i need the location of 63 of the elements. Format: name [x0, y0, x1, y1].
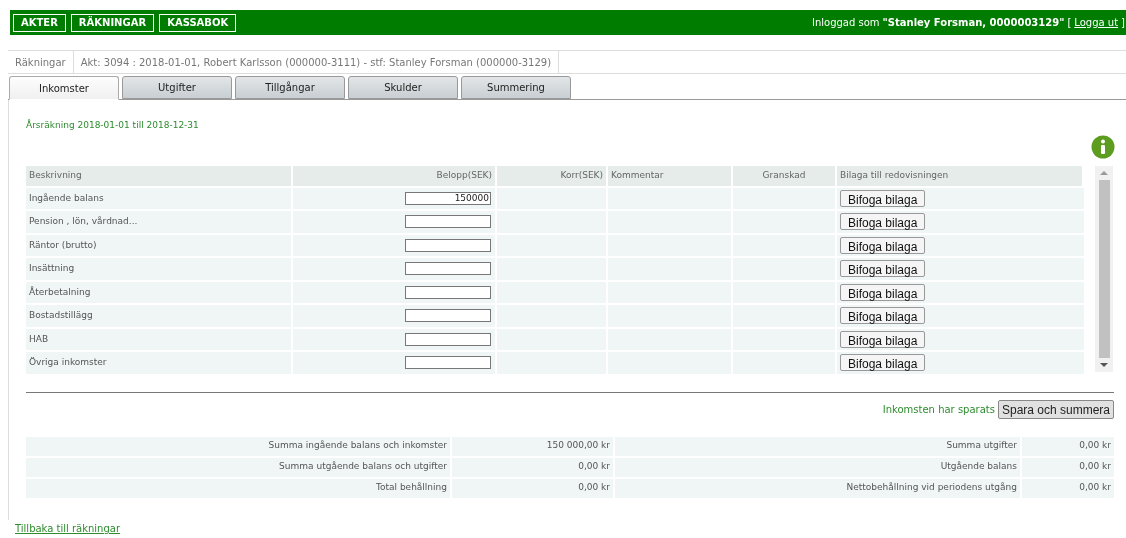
bracket: [	[1067, 16, 1072, 30]
nav-button[interactable]: RÄKNINGAR	[70, 13, 155, 32]
column-header: Beskrivning	[29, 168, 83, 182]
summary-label: Nettobehållning vid periodens utgång	[846, 481, 1017, 495]
column-header: Belopp(SEK)	[435, 168, 492, 182]
amount-field[interactable]	[405, 262, 491, 276]
row-label: Ingående balans	[29, 191, 104, 205]
row-label: Pension , lön, vårdnad...	[29, 215, 138, 228]
attach-button[interactable]: Bifoga bilaga	[840, 236, 926, 254]
attach-button[interactable]: Bifoga bilaga	[840, 307, 926, 325]
amount-field[interactable]	[405, 332, 491, 346]
attach-button[interactable]: Bifoga bilaga	[840, 213, 926, 231]
row-label: Bostadstillägg	[29, 309, 93, 322]
tab[interactable]: Skulder	[348, 76, 458, 99]
save-status: Inkomsten har sparats	[882, 402, 995, 417]
scroll-up-icon[interactable]	[1100, 170, 1108, 175]
column-header: Granskad	[761, 168, 807, 182]
column-header: Korr(SEK)	[559, 168, 603, 182]
amount-field[interactable]: 150000	[405, 191, 491, 205]
row-label: Återbetalning	[29, 285, 91, 299]
summary-label: Summa ingående balans och inkomster	[268, 439, 447, 453]
column-header: Kommentar	[611, 168, 665, 182]
row-label: Insättning	[29, 262, 75, 275]
logout-link[interactable]: Logga ut	[1074, 15, 1119, 30]
summary-value: 0,00 kr	[578, 481, 610, 495]
tab[interactable]: Utgifter	[122, 76, 232, 99]
amount-field[interactable]	[405, 215, 491, 229]
summary-label: Total behållning	[376, 481, 447, 495]
attach-button[interactable]: Bifoga bilaga	[840, 330, 926, 348]
scroll-down-icon[interactable]	[1100, 362, 1108, 367]
tab[interactable]: Summering	[461, 76, 571, 99]
nav-button[interactable]: AKTER	[13, 13, 66, 32]
save-button[interactable]: Spara och summera	[997, 399, 1114, 419]
summary-value: 0,00 kr	[1079, 460, 1111, 474]
tab[interactable]: Tillgångar	[235, 76, 345, 99]
attach-button[interactable]: Bifoga bilaga	[840, 354, 926, 372]
scrollbar[interactable]	[1095, 165, 1113, 372]
summary-label: Summa utgifter	[946, 439, 1017, 453]
summary-value: 0,00 kr	[1079, 481, 1111, 495]
summary-value: 150 000,00 kr	[546, 439, 610, 453]
bracket: ]	[1121, 16, 1125, 30]
amount-field[interactable]	[405, 285, 491, 299]
attach-button[interactable]: Bifoga bilaga	[840, 260, 926, 278]
row-label: Övriga inkomster	[29, 356, 107, 369]
info-icon[interactable]	[1091, 134, 1115, 159]
attach-button[interactable]: Bifoga bilaga	[840, 189, 926, 207]
column-header: Bilaga till redovisningen	[840, 168, 950, 182]
user-name: "Stanley Forsman, 0000003129"	[882, 16, 1065, 30]
amount-field[interactable]	[405, 356, 491, 370]
tab[interactable]: Inkomster	[9, 76, 119, 100]
summary-label: Summa utgående balans och utgifter	[279, 460, 447, 474]
row-label: Räntor (brutto)	[29, 238, 97, 252]
back-link[interactable]: Tillbaka till räkningar	[15, 522, 121, 535]
login-label: Inloggad som	[812, 16, 880, 30]
nav-button[interactable]: KASSABOK	[159, 13, 237, 32]
period-title: Årsräkning 2018-01-01 till 2018-12-31	[26, 118, 200, 132]
summary-value: 0,00 kr	[1079, 439, 1111, 453]
summary-label: Utgående balans	[940, 460, 1017, 474]
attach-button[interactable]: Bifoga bilaga	[840, 283, 926, 301]
amount-field[interactable]	[405, 309, 491, 323]
amount-field[interactable]	[405, 238, 491, 252]
summary-value: 0,00 kr	[578, 460, 610, 474]
row-label: HAB	[29, 332, 49, 346]
